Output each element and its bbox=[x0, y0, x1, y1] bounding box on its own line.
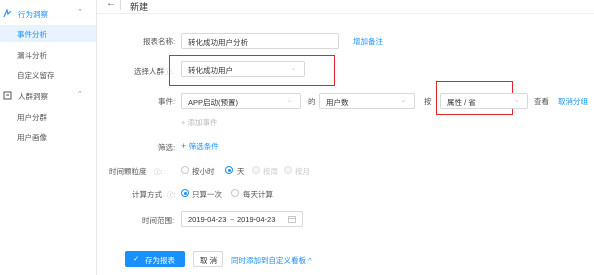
time-range-label: 时间范围: bbox=[142, 216, 175, 225]
add-to-dashboard-link[interactable]: 同时添加到自定义看板 ^ bbox=[231, 255, 312, 266]
sidebar-item-user-portrait[interactable]: 用户画像 bbox=[0, 128, 96, 145]
crowd-icon bbox=[3, 91, 12, 100]
metric-value: 用户数 bbox=[326, 98, 349, 107]
chevron-down-icon: ⌄ bbox=[290, 66, 296, 72]
header-divider bbox=[120, 0, 121, 10]
chevron-down-icon: ⌄ bbox=[286, 98, 292, 104]
date-separator: ~ bbox=[230, 215, 235, 224]
report-name-value: 转化成功用户分析 bbox=[188, 38, 248, 47]
filter-label: 筛选: bbox=[158, 143, 176, 152]
chevron-up-icon: ^ bbox=[306, 256, 312, 265]
calc-once-radio[interactable] bbox=[181, 189, 189, 197]
event-value: APP启动(预置) bbox=[188, 98, 239, 107]
calc-daily-radio[interactable] bbox=[231, 189, 239, 197]
group-by-value: 属性 / 省 bbox=[447, 98, 476, 107]
sidebar-item-label: 自定义留存 bbox=[17, 71, 55, 80]
sidebar-item-label: 事件分析 bbox=[17, 30, 47, 39]
of-label: 的 bbox=[308, 97, 316, 106]
granularity-hour-label: 按小时 bbox=[192, 167, 215, 176]
calendar-icon bbox=[288, 215, 296, 225]
page-title: 新建 bbox=[130, 2, 149, 12]
menu-group-crowd[interactable]: 人群洞察 ⌃ bbox=[0, 88, 97, 104]
cancel-button[interactable]: 取 消 bbox=[193, 251, 223, 267]
help-icon[interactable]: ⓘ: bbox=[167, 189, 175, 199]
sidebar-item-custom-retention[interactable]: 自定义留存 bbox=[0, 66, 96, 83]
sidebar-item-label: 漏斗分析 bbox=[17, 51, 47, 60]
by-label: 按 bbox=[424, 97, 432, 106]
granularity-week-label: 按周 bbox=[263, 167, 278, 176]
crowd-value: 转化成功用户 bbox=[188, 66, 233, 75]
granularity-hour-radio[interactable] bbox=[181, 166, 189, 174]
group-by-select[interactable]: 属性 / 省 ⌄ bbox=[440, 93, 528, 109]
chevron-down-icon: ⌄ bbox=[513, 98, 519, 104]
save-report-button[interactable]: ✓ 存为报表 bbox=[125, 251, 185, 267]
cancel-label: 取 消 bbox=[200, 256, 218, 265]
granularity-day-radio[interactable] bbox=[225, 166, 233, 174]
event-select[interactable]: APP启动(预置) ⌄ bbox=[181, 93, 301, 109]
granularity-month-label: 按月 bbox=[295, 167, 310, 176]
metric-select[interactable]: 用户数 ⌄ bbox=[319, 93, 415, 109]
granularity-day-label: 天 bbox=[237, 167, 245, 176]
sidebar-item-funnel-analysis[interactable]: 漏斗分析 bbox=[0, 46, 96, 63]
end-date: 2019-04-23 bbox=[237, 215, 276, 224]
cancel-group-link[interactable]: 取消分组 bbox=[558, 96, 588, 107]
add-event-button[interactable]: + 添加事件 bbox=[181, 117, 217, 128]
chevron-down-icon: ⌄ bbox=[400, 98, 406, 104]
calc-daily-label: 每天计算 bbox=[243, 190, 273, 199]
event-label: 事件: bbox=[158, 97, 176, 106]
menu-group-label: 行为洞察 bbox=[18, 10, 48, 19]
menu-group-label: 人群洞察 bbox=[18, 92, 48, 101]
plus-icon: + bbox=[181, 141, 189, 151]
sidebar-item-user-segments[interactable]: 用户分群 bbox=[0, 108, 96, 125]
report-name-input[interactable]: 转化成功用户分析 bbox=[181, 33, 339, 49]
add-event-label: 添加事件 bbox=[187, 118, 218, 127]
granularity-month-radio[interactable] bbox=[284, 166, 292, 174]
chevron-up-icon: ⌃ bbox=[77, 9, 83, 16]
granularity-week-radio[interactable] bbox=[252, 166, 260, 174]
sidebar-item-event-analysis[interactable]: 事件分析 bbox=[0, 25, 96, 42]
sidebar-item-label: 用户画像 bbox=[17, 133, 47, 142]
date-range-picker[interactable]: 2019-04-23 ~ 2019-04-23 bbox=[181, 211, 303, 227]
main-content: ← 新建 报表名称: 转化成功用户分析 增加备注 选择人群 ⓘ: 转化成功用户 … bbox=[97, 0, 594, 275]
check-icon: ✓ bbox=[133, 254, 140, 263]
sidebar-item-label: 用户分群 bbox=[17, 113, 47, 122]
sidebar: 行为洞察 ⌃ 事件分析 漏斗分析 自定义留存 人群洞察 ⌃ 用户分群 用户画像 bbox=[0, 0, 97, 275]
chevron-up-icon: ⌃ bbox=[77, 91, 83, 98]
page-header: ← 新建 bbox=[97, 0, 594, 14]
menu-group-behavior[interactable]: 行为洞察 ⌃ bbox=[0, 6, 97, 22]
behavior-icon bbox=[3, 8, 12, 18]
calc-once-label: 只算一次 bbox=[192, 190, 222, 199]
crowd-label: 选择人群 bbox=[134, 67, 164, 76]
start-date: 2019-04-23 bbox=[188, 215, 227, 224]
crowd-select[interactable]: 转化成功用户 ⌄ bbox=[181, 61, 305, 77]
report-name-label: 报表名称: bbox=[143, 37, 176, 46]
arrow-left-icon[interactable]: ← bbox=[106, 0, 116, 9]
view-label: 查看 bbox=[534, 97, 549, 106]
add-to-dashboard-label: 同时添加到自定义看板 bbox=[231, 256, 306, 265]
help-icon[interactable]: ⓘ: bbox=[154, 166, 162, 176]
add-note-link[interactable]: 增加备注 bbox=[353, 36, 383, 47]
save-report-label: 存为报表 bbox=[145, 256, 175, 265]
calc-label: 计算方式 bbox=[132, 190, 162, 199]
granularity-label: 时间颗粒度 bbox=[109, 167, 147, 176]
add-filter-label: 筛选条件 bbox=[188, 142, 219, 151]
add-filter-button[interactable]: + 筛选条件 bbox=[181, 141, 219, 152]
